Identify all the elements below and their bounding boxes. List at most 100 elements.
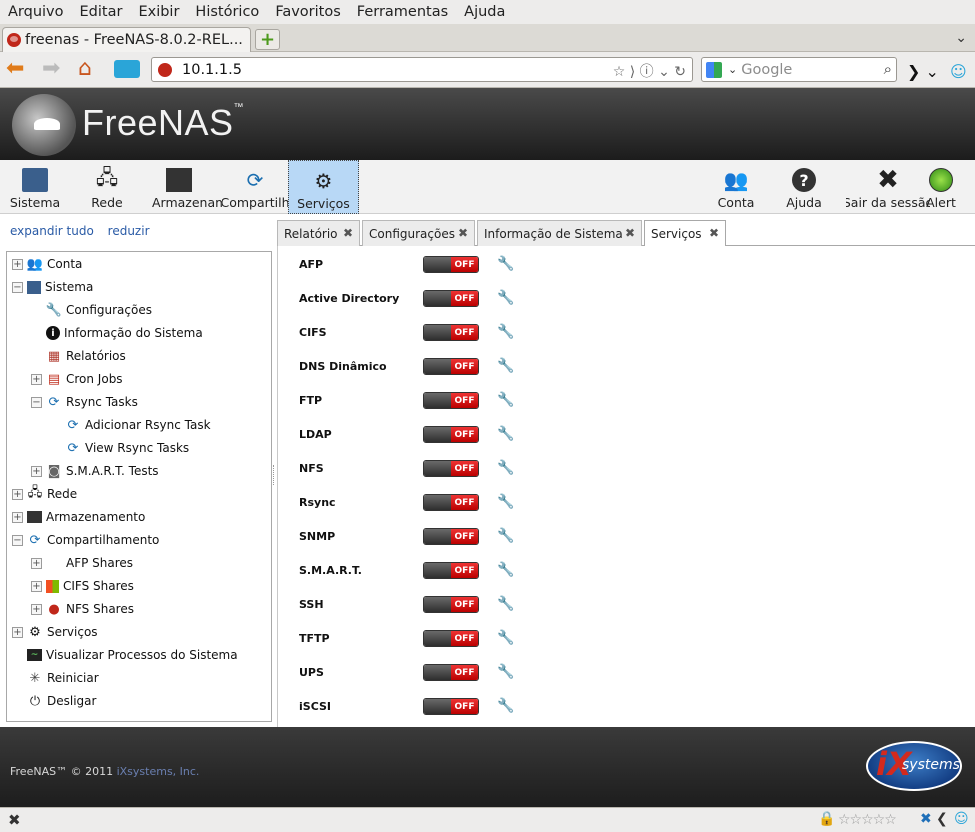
ixsystems-logo[interactable]: iX systems <box>866 741 962 791</box>
menu-favoritos[interactable]: Favoritos <box>275 4 340 20</box>
service-toggle[interactable]: OFF <box>423 392 479 409</box>
tree-item-desligar[interactable]: ⏻ Desligar <box>27 691 97 711</box>
addon-chevron-icon[interactable]: ❮ <box>936 811 948 827</box>
collapse-toggle-icon[interactable]: − <box>12 535 23 546</box>
tree-item-conta[interactable]: 👥 Conta <box>27 254 82 274</box>
service-toggle[interactable]: OFF <box>423 426 479 443</box>
tree-item-cifs-shares[interactable]: CIFS Shares <box>46 576 134 596</box>
expand-toggle-icon[interactable]: + <box>31 581 42 592</box>
toolbar-logout-button[interactable]: ✖ Sair da sessão <box>846 160 930 214</box>
search-input[interactable]: ⌄ Google ⌕ <box>701 57 897 82</box>
service-settings-wrench-icon[interactable]: 🔧 <box>497 664 514 680</box>
expand-toggle-icon[interactable]: + <box>12 627 23 638</box>
toolbar-servicos-button[interactable]: ⚙ Serviços <box>288 160 359 214</box>
service-toggle[interactable]: OFF <box>423 596 479 613</box>
tree-item-armazenamento[interactable]: Armazenamento <box>27 507 145 527</box>
tab-informacao-sistema[interactable]: Informação de Sistema ✖ <box>477 220 642 246</box>
tree-item-add-rsync[interactable]: ⟳ Adicionar Rsync Task <box>65 415 211 435</box>
service-settings-wrench-icon[interactable]: 🔧 <box>497 392 514 408</box>
url-bar[interactable]: 10.1.1.5 ☆ ⟩ ⓘ ⌄ ↻ <box>151 57 693 82</box>
service-toggle[interactable]: OFF <box>423 324 479 341</box>
close-icon[interactable]: ✖ <box>709 226 719 240</box>
tree-item-cron-jobs[interactable]: ▤ Cron Jobs <box>46 369 123 389</box>
sync-icon[interactable] <box>114 60 140 78</box>
service-settings-wrench-icon[interactable]: 🔧 <box>497 494 514 510</box>
tree-item-rsync-tasks[interactable]: ⟳ Rsync Tasks <box>46 392 138 412</box>
service-settings-wrench-icon[interactable]: 🔧 <box>497 256 514 272</box>
expand-toggle-icon[interactable]: + <box>12 512 23 523</box>
pane-splitter[interactable] <box>273 465 276 485</box>
back-arrow-icon[interactable]: ⬅ <box>6 58 24 80</box>
tab-servicos[interactable]: Serviços ✖ <box>644 220 726 247</box>
browser-tab[interactable]: freenas - FreeNAS-8.0.2-REL... <box>2 27 251 52</box>
tree-item-view-rsync[interactable]: ⟳ View Rsync Tasks <box>65 438 190 458</box>
service-settings-wrench-icon[interactable]: 🔧 <box>497 596 514 612</box>
service-settings-wrench-icon[interactable]: 🔧 <box>497 630 514 646</box>
tree-item-sistema[interactable]: Sistema <box>27 277 93 297</box>
menu-ajuda[interactable]: Ajuda <box>464 4 505 20</box>
ixsystems-link[interactable]: iXsystems, Inc. <box>117 765 200 778</box>
service-toggle[interactable]: OFF <box>423 358 479 375</box>
tab-relatorio[interactable]: Relatório ✖ <box>277 220 360 246</box>
toolbar-compartilhamento-button[interactable]: ⟳ Compartilh <box>222 160 288 214</box>
google-engine-icon[interactable] <box>706 61 722 78</box>
tree-item-compartilhamento[interactable]: ⟳ Compartilhamento <box>27 530 160 550</box>
menu-exibir[interactable]: Exibir <box>138 4 179 20</box>
engine-dropdown-icon[interactable]: ⌄ <box>728 63 737 76</box>
service-toggle[interactable]: OFF <box>423 664 479 681</box>
toolbar-armazenamento-button[interactable]: Armazenamento <box>152 160 222 214</box>
collapse-toggle-icon[interactable]: − <box>12 282 23 293</box>
forward-arrow-icon[interactable]: ➡ <box>42 58 60 80</box>
tree-item-nfs-shares[interactable]: ● NFS Shares <box>46 599 134 619</box>
service-toggle[interactable]: OFF <box>423 290 479 307</box>
collapse-link[interactable]: reduzir <box>108 224 150 238</box>
close-icon[interactable]: ✖ <box>625 226 635 240</box>
tree-item-processos[interactable]: ~ Visualizar Processos do Sistema <box>27 645 238 665</box>
tab-list-chevron-icon[interactable]: ⌄ <box>955 30 967 46</box>
expand-toggle-icon[interactable]: + <box>31 558 42 569</box>
service-settings-wrench-icon[interactable]: 🔧 <box>497 562 514 578</box>
close-icon[interactable]: ✖ <box>343 226 353 240</box>
menu-editar[interactable]: Editar <box>80 4 123 20</box>
service-settings-wrench-icon[interactable]: 🔧 <box>497 290 514 306</box>
tree-item-servicos[interactable]: ⚙ Serviços <box>27 622 97 642</box>
service-toggle[interactable]: OFF <box>423 494 479 511</box>
service-toggle[interactable]: OFF <box>423 562 479 579</box>
tree-item-informacao[interactable]: i Informação do Sistema <box>46 323 203 343</box>
menu-ferramentas[interactable]: Ferramentas <box>357 4 448 20</box>
tab-configuracoes[interactable]: Configurações ✖ <box>362 220 475 246</box>
service-toggle[interactable]: OFF <box>423 460 479 477</box>
new-tab-button[interactable]: + <box>255 29 280 50</box>
service-settings-wrench-icon[interactable]: 🔧 <box>497 460 514 476</box>
tree-item-afp-shares[interactable]: AFP Shares <box>46 553 133 573</box>
tree-item-relatorios[interactable]: ▦ Relatórios <box>46 346 126 366</box>
service-settings-wrench-icon[interactable]: 🔧 <box>497 358 514 374</box>
toolbar-sistema-button[interactable]: Sistema <box>8 160 62 214</box>
toolbar-rede-button[interactable]: 🖧 Rede <box>82 160 132 214</box>
service-toggle[interactable]: OFF <box>423 630 479 647</box>
service-settings-wrench-icon[interactable]: 🔧 <box>497 528 514 544</box>
expand-toggle-icon[interactable]: + <box>31 466 42 477</box>
bookmark-star-icon[interactable]: ☆ ⟩ ⓘ ⌄ ↻ <box>613 61 686 81</box>
service-toggle[interactable]: OFF <box>423 698 479 715</box>
more-tools-chevron-icon[interactable]: ❯ ⌄ <box>907 61 939 83</box>
tree-item-reiniciar[interactable]: ✳ Reiniciar <box>27 668 99 688</box>
toolbar-ajuda-button[interactable]: ? Ajuda <box>784 160 824 214</box>
collapse-toggle-icon[interactable]: − <box>31 397 42 408</box>
menu-arquivo[interactable]: Arquivo <box>8 4 64 20</box>
service-settings-wrench-icon[interactable]: 🔧 <box>497 698 514 714</box>
toolbar-conta-button[interactable]: 👥 Conta <box>714 160 758 214</box>
expand-toggle-icon[interactable]: + <box>12 259 23 270</box>
tree-item-smart-tests[interactable]: ◙ S.M.A.R.T. Tests <box>46 461 159 481</box>
service-settings-wrench-icon[interactable]: 🔧 <box>497 324 514 340</box>
close-icon[interactable]: ✖ <box>8 811 21 829</box>
service-settings-wrench-icon[interactable]: 🔧 <box>497 426 514 442</box>
addon-icon[interactable]: ☺ <box>950 61 967 83</box>
service-toggle[interactable]: OFF <box>423 528 479 545</box>
addon-x-icon[interactable]: ✖ <box>920 811 932 827</box>
home-icon[interactable]: ⌂ <box>78 58 92 80</box>
close-icon[interactable]: ✖ <box>458 226 468 240</box>
addon-face-icon[interactable]: ☺ <box>954 811 969 827</box>
search-icon[interactable]: ⌕ <box>884 60 892 78</box>
tree-item-rede[interactable]: 🖧 Rede <box>27 484 77 504</box>
